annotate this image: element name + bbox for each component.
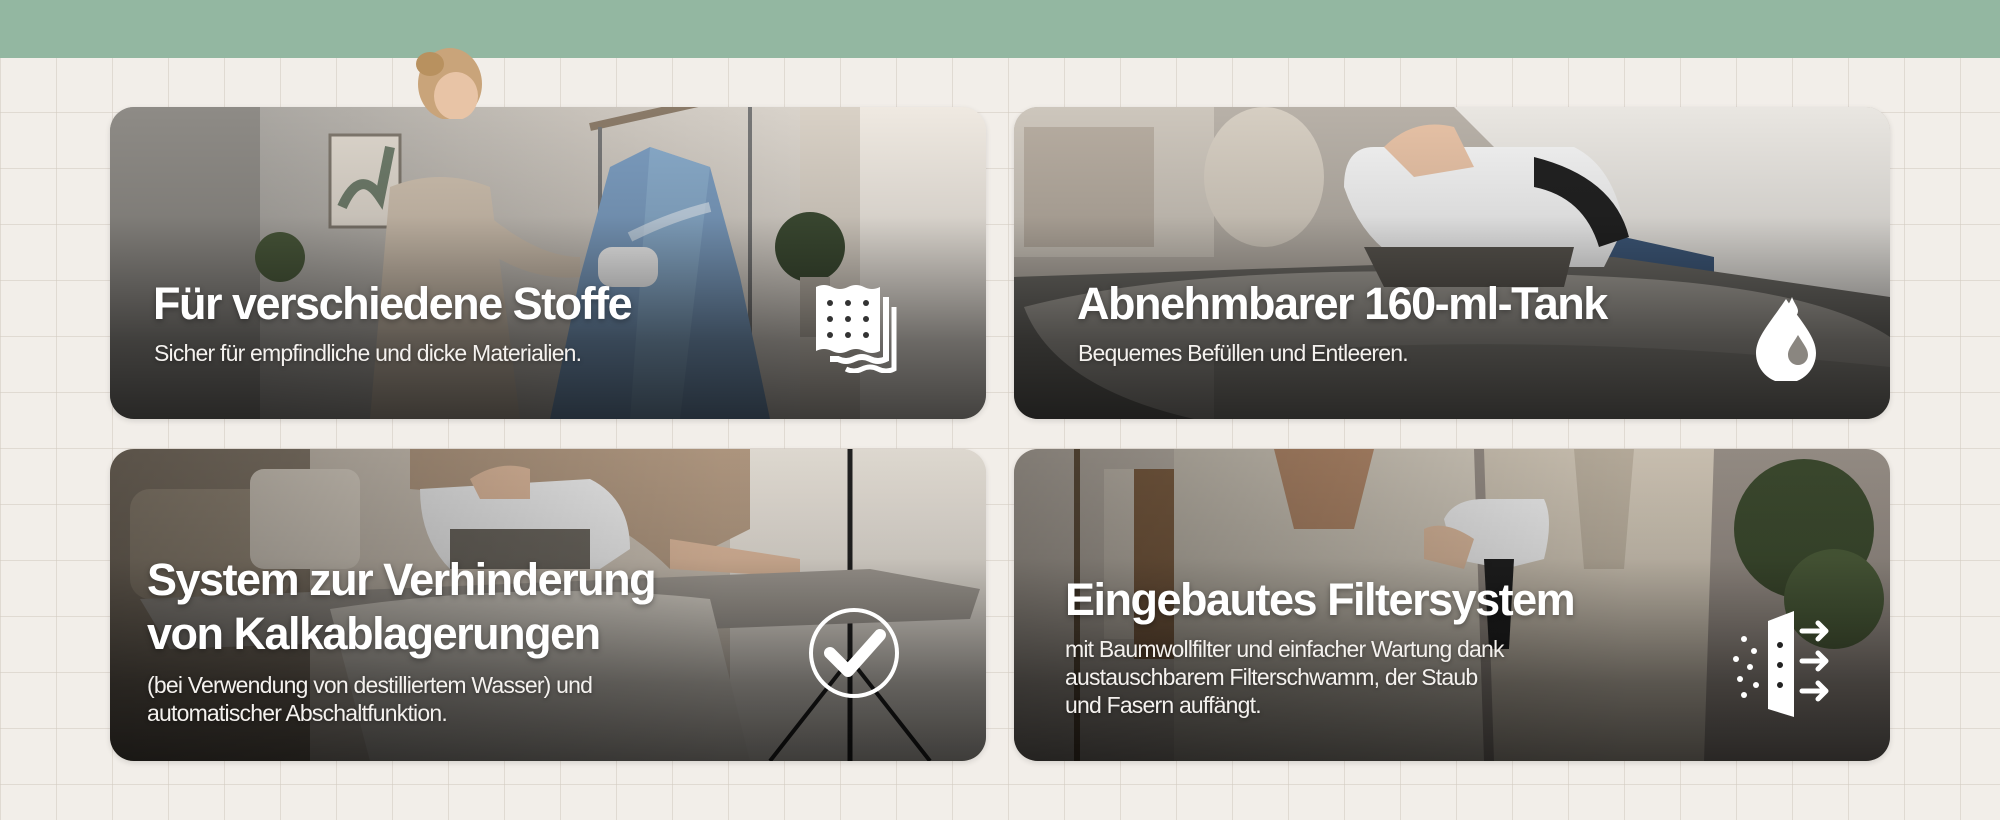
checkmark-circle-icon [809,608,899,698]
feature-card-filter: Eingebautes Filtersystem mit Baumwollfil… [1014,449,1890,761]
feature-card-antiscale: System zur Verhinderung von Kalkablageru… [110,449,986,761]
card-subtitle-line: und Fasern auffängt. [1065,692,1262,718]
card-subtitle-line: Sicher für empfindliche und dicke Materi… [154,340,582,366]
card-subtitle: Bequemes Befüllen und Entleeren. [1078,339,1409,367]
card-subtitle: (bei Verwendung von destilliertem Wasser… [147,671,593,727]
card-title-line: von Kalkablagerungen [147,608,601,659]
card-subtitle-line: mit Baumwollfilter und einfacher Wartung… [1065,636,1505,662]
card-title: Abnehmbarer 160-ml-Tank [1077,278,1608,329]
card-subtitle-line: austauschbarem Filterschwamm, der Staub [1065,664,1478,690]
card-subtitle-line: automatischer Abschaltfunktion. [147,700,448,726]
water-drops-icon [1756,297,1816,381]
fabric-swatch-icon [816,285,897,373]
card-title-line: System zur Verhinderung [147,554,657,605]
filter-airflow-icon [1733,611,1829,717]
card-subtitle: Sicher für empfindliche und dicke Materi… [154,339,582,367]
card-title: System zur Verhinderung von Kalkablageru… [147,553,657,661]
card-title: Eingebautes Filtersystem [1065,574,1576,625]
card-subtitle-line: (bei Verwendung von destilliertem Wasser… [147,672,593,698]
card-subtitle: mit Baumwollfilter und einfacher Wartung… [1065,635,1505,719]
feature-card-fabrics: Für verschiedene Stoffe Sicher für empfi… [110,107,986,419]
card-subtitle-line: Bequemes Befüllen und Entleeren. [1078,340,1409,366]
top-color-band [0,0,2000,58]
woman-head-image [416,48,482,119]
card-title: Für verschiedene Stoffe [153,278,633,329]
feature-card-tank: Abnehmbarer 160-ml-Tank Bequemes Befülle… [1014,107,1890,419]
